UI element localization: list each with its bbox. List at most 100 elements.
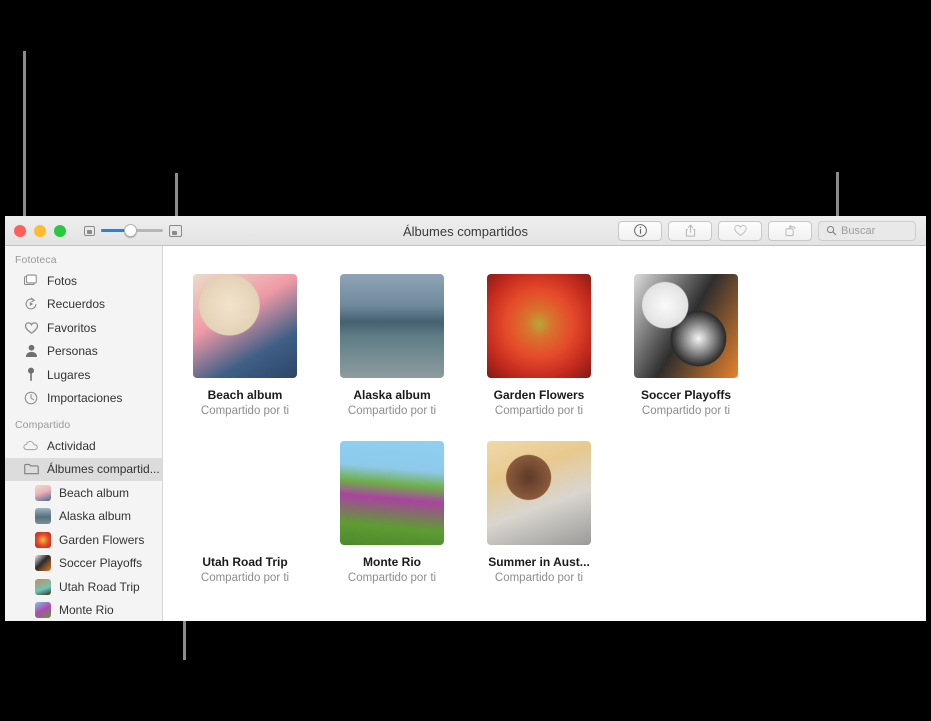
album-title: Garden Flowers	[493, 388, 585, 402]
sidebar-item-utah-road-trip[interactable]: Utah Road Trip	[5, 575, 162, 599]
sidebar: Fototeca Fotos Recuerdos Favoritos Perso…	[5, 246, 163, 621]
album-card[interactable]: Alaska album Compartido por ti	[340, 274, 487, 417]
small-thumbnail-icon	[84, 225, 95, 236]
sidebar-item-soccer-playoffs[interactable]: Soccer Playoffs	[5, 552, 162, 576]
sidebar-item-favoritos[interactable]: Favoritos	[5, 316, 162, 340]
sidebar-item-label: Álbumes compartid...	[47, 462, 160, 477]
info-button[interactable]	[618, 220, 662, 241]
folder-icon	[23, 463, 39, 475]
sidebar-item-beach-album[interactable]: Beach album	[5, 481, 162, 505]
album-thumbnail	[35, 555, 51, 572]
album-thumbnail	[35, 531, 51, 548]
album-card[interactable]: Utah Road Trip Compartido por ti	[193, 441, 340, 584]
large-thumbnail-icon	[169, 224, 182, 237]
album-thumbnail	[35, 578, 51, 595]
album-subtitle: Compartido por ti	[641, 405, 731, 417]
album-thumbnail	[35, 508, 51, 525]
sidebar-item-label: Personas	[47, 344, 98, 359]
album-thumbnail[interactable]	[487, 274, 591, 378]
album-grid-pane: Beach album Compartido por ti Alaska alb…	[163, 246, 926, 621]
info-icon	[633, 224, 647, 237]
sidebar-item-label: Lugares	[47, 367, 91, 382]
sidebar-item-label: Utah Road Trip	[59, 579, 140, 594]
photos-window: Álbumes compartidos Buscar Fototeca Foto…	[5, 216, 926, 621]
slider-track[interactable]	[101, 224, 163, 237]
sidebar-item-actividad[interactable]: Actividad	[5, 434, 162, 458]
sidebar-item-label: Favoritos	[47, 320, 97, 335]
sidebar-item-label: Actividad	[47, 438, 96, 453]
zoom-button[interactable]	[54, 224, 66, 237]
album-thumbnail	[35, 602, 51, 619]
clock-icon	[23, 391, 39, 405]
album-thumbnail[interactable]	[487, 441, 591, 545]
sidebar-item-garden-flowers[interactable]: Garden Flowers	[5, 528, 162, 552]
favorite-button[interactable]	[718, 220, 762, 241]
rotate-button[interactable]	[768, 220, 812, 241]
window-body: Fototeca Fotos Recuerdos Favoritos Perso…	[5, 246, 926, 621]
album-thumbnail[interactable]	[193, 441, 297, 545]
rotate-icon	[784, 224, 796, 237]
album-card[interactable]: Beach album Compartido por ti	[193, 274, 340, 417]
album-thumbnail[interactable]	[340, 274, 444, 378]
sidebar-item-label: Fotos	[47, 273, 78, 288]
album-title: Alaska album	[353, 388, 431, 402]
album-subtitle: Compartido por ti	[494, 572, 584, 584]
album-subtitle: Compartido por ti	[200, 572, 290, 584]
album-title: Beach album	[207, 388, 283, 402]
window-titlebar: Álbumes compartidos Buscar	[5, 216, 926, 246]
sidebar-item-label: Soccer Playoffs	[59, 556, 143, 571]
album-thumbnail[interactable]	[193, 274, 297, 378]
share-button[interactable]	[668, 220, 712, 241]
sidebar-item-label: Beach album	[59, 485, 130, 500]
cloud-icon	[23, 440, 39, 451]
album-title: Monte Rio	[363, 555, 421, 569]
sidebar-item-label: Recuerdos	[47, 297, 106, 312]
sidebar-item-lugares[interactable]: Lugares	[5, 363, 162, 387]
album-card[interactable]: Summer in Aust... Compartido por ti	[487, 441, 634, 584]
heart-icon	[23, 321, 39, 335]
sidebar-item-alaska-album[interactable]: Alaska album	[5, 505, 162, 529]
sidebar-item-label: Monte Rio	[59, 603, 114, 618]
sidebar-section-header-fototeca: Fototeca	[15, 254, 57, 266]
sidebar-item-label: Garden Flowers	[59, 532, 145, 547]
search-input[interactable]: Buscar	[818, 220, 916, 241]
person-icon	[23, 344, 39, 358]
album-thumbnail	[35, 484, 51, 501]
album-thumbnail[interactable]	[340, 441, 444, 545]
album-card[interactable]: Soccer Playoffs Compartido por ti	[634, 274, 781, 417]
sidebar-section-header-compartido: Compartido	[15, 419, 71, 431]
sidebar-item-fotos[interactable]: Fotos	[5, 269, 162, 293]
sidebar-item-personas[interactable]: Personas	[5, 340, 162, 364]
sidebar-item-label: Importaciones	[47, 391, 123, 406]
album-title: Utah Road Trip	[202, 555, 288, 569]
sidebar-item-label: Alaska album	[59, 509, 132, 524]
close-button[interactable]	[14, 224, 26, 237]
pin-icon	[23, 367, 39, 382]
album-card[interactable]: Garden Flowers Compartido por ti	[487, 274, 634, 417]
album-card[interactable]: Monte Rio Compartido por ti	[340, 441, 487, 584]
memories-icon	[23, 297, 39, 311]
sidebar-item-recuerdos[interactable]: Recuerdos	[5, 293, 162, 317]
album-title: Soccer Playoffs	[640, 388, 732, 402]
toolbar-right-group: Buscar	[618, 220, 926, 241]
slider-knob[interactable]	[124, 224, 137, 237]
album-grid: Beach album Compartido por ti Alaska alb…	[193, 274, 926, 608]
sidebar-item-importaciones[interactable]: Importaciones	[5, 387, 162, 411]
album-title: Summer in Aust...	[488, 555, 590, 569]
sidebar-item-monte-rio[interactable]: Monte Rio	[5, 599, 162, 622]
album-subtitle: Compartido por ti	[200, 405, 290, 417]
search-placeholder: Buscar	[841, 224, 876, 237]
screenshot-stage: Álbumes compartidos Buscar Fototeca Foto…	[0, 0, 931, 721]
thumbnail-size-slider[interactable]	[84, 224, 182, 237]
album-subtitle: Compartido por ti	[494, 405, 584, 417]
photos-icon	[23, 274, 39, 287]
search-icon	[826, 225, 837, 236]
minimize-button[interactable]	[34, 224, 46, 237]
traffic-light-buttons[interactable]	[5, 224, 66, 237]
share-icon	[685, 224, 695, 237]
album-subtitle: Compartido por ti	[347, 405, 437, 417]
heart-icon	[733, 225, 747, 236]
sidebar-item-albumes-compartidos[interactable]: Álbumes compartid...	[5, 457, 162, 481]
album-thumbnail[interactable]	[634, 274, 738, 378]
album-subtitle: Compartido por ti	[347, 572, 437, 584]
